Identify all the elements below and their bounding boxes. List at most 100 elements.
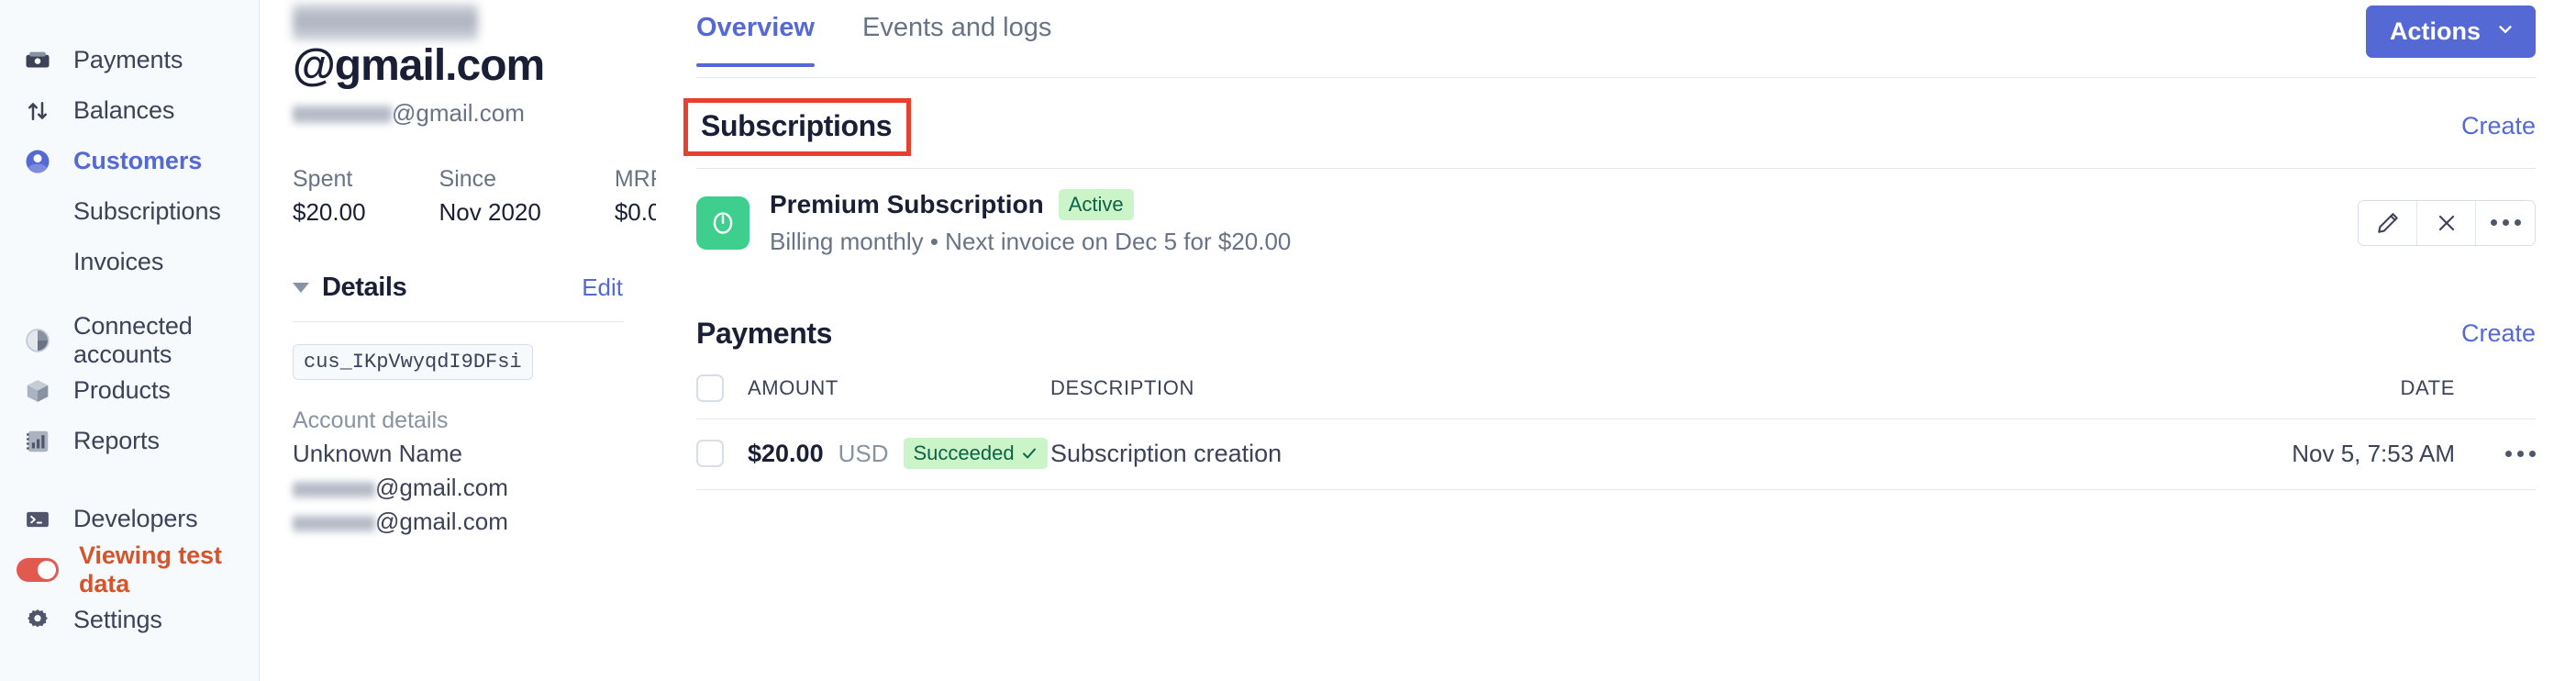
edit-details-link[interactable]: Edit [582,274,623,302]
payments-table-header: AMOUNT DESCRIPTION DATE [696,354,2536,419]
stat-value: $20.00 [293,197,366,226]
subscription-name: Premium Subscription [770,190,1044,218]
subscription-name-row: Premium Subscription Active [770,189,1291,220]
more-icon[interactable] [2476,200,2535,245]
actions-button[interactable]: Actions [2365,6,2536,58]
row-checkbox[interactable] [696,440,724,467]
payment-currency: USD [838,439,889,467]
customer-id-chip[interactable]: cus_IKpVwyqdI9DFsi [293,343,533,380]
customer-stats: Spent $20.00 Since Nov 2020 MRR $0.00 [293,166,690,227]
customer-email: @gmail.com [293,99,623,128]
cell-date: Nov 5, 7:53 AM [2292,439,2455,467]
payment-status-label: Succeeded [913,441,1015,464]
sidebar-item-viewing-test-data[interactable]: Viewing test data [0,541,259,597]
sidebar-item-label: Viewing test data [79,541,222,597]
main-content: Overview Events and logs Actions Subscri… [656,0,2576,681]
stat-since: Since Nov 2020 [439,166,541,227]
customers-icon [22,146,53,177]
create-payment-link[interactable]: Create [2461,319,2536,348]
sidebar-item-invoices[interactable]: Invoices [0,237,259,287]
sidebar-item-label: Payments [73,46,183,73]
account-email-2: @gmail.com [293,508,623,536]
sidebar-item-label: Reports [73,427,160,454]
subscription-info: Premium Subscription Active Billing mont… [770,189,1291,256]
cell-description: Subscription creation [1050,439,1282,467]
select-all-checkbox[interactable] [696,374,724,402]
more-dots [2490,219,2521,226]
edit-icon[interactable] [2359,200,2417,245]
sidebar-item-connected-accounts[interactable]: Connected accounts [0,312,259,368]
sidebar-item-payments[interactable]: Payments [0,35,259,85]
redacted-email-local-part-small [293,104,392,124]
payment-status-badge: Succeeded [903,438,1048,469]
subscription-row[interactable]: Premium Subscription Active Billing mont… [696,169,2536,278]
sidebar-item-label: Products [73,376,171,404]
chevron-down-triangle-icon[interactable] [293,282,309,293]
account-details-label: Account details [293,407,449,433]
stat-label: Since [439,165,497,192]
details-divider [293,320,623,322]
developers-icon [22,504,53,535]
sidebar-divider-2 [0,466,259,494]
payment-amount: $20.00 [748,439,824,467]
stat-value: Nov 2020 [439,197,541,226]
more-dots [2505,450,2536,457]
details-header: Details Edit [293,273,623,303]
customer-email-domain: @gmail.com [392,98,525,127]
redacted-email-local-part-1 [293,480,375,498]
account-email-2-domain: @gmail.com [375,507,508,535]
check-icon [1022,448,1036,459]
subscriptions-header: Subscriptions Create [683,98,2536,156]
actions-button-label: Actions [2389,17,2481,45]
subscription-actions-group [2358,199,2536,246]
payments-title: Payments [696,317,832,350]
sidebar-item-label: Settings [73,606,162,633]
toggle-on-icon[interactable] [17,557,59,582]
subscription-meta: Billing monthly • Next invoice on Dec 5 … [770,228,1292,255]
payments-icon [22,45,53,76]
sidebar-item-label: Customers [73,147,203,174]
balances-icon [22,95,53,127]
stat-spent: Spent $20.00 [293,166,366,227]
sidebar-item-balances[interactable]: Balances [0,85,259,136]
products-icon [22,375,53,407]
sidebar-item-label: Developers [73,505,198,532]
customer-title: @gmail.com [293,0,623,90]
column-header-date: DATE [2400,376,2455,399]
customer-detail-panel: @gmail.com @gmail.com Spent $20.00 Since… [260,0,690,681]
sidebar-item-developers[interactable]: Developers [0,494,259,544]
account-name: Unknown Name [293,439,462,467]
payments-header: Payments Create [696,317,2536,351]
sidebar-item-subscriptions[interactable]: Subscriptions [0,186,259,237]
subscription-clock-icon [696,195,749,250]
sidebar-item-products[interactable]: Products [0,365,259,416]
redacted-email-local-part [293,4,478,41]
chevron-down-icon [2495,17,2515,46]
column-header-amount: AMOUNT [748,376,838,399]
payments-table: AMOUNT DESCRIPTION DATE $20.00 USD Succe… [696,354,2536,490]
sidebar-item-customers[interactable]: Customers [0,136,259,186]
customer-title-domain: @gmail.com [293,40,545,90]
status-badge: Active [1058,189,1134,220]
sidebar-item-reports[interactable]: Reports [0,416,259,466]
column-header-description: DESCRIPTION [1050,376,1194,399]
sidebar-divider-1 [0,287,259,315]
redacted-email-local-part-2 [293,514,375,532]
account-email-1: @gmail.com [293,474,623,502]
row-more-icon[interactable] [2455,450,2536,457]
account-email-1-domain: @gmail.com [375,473,508,501]
connected-accounts-icon [22,325,53,356]
stripe-dashboard: Payments Balances Customers Subscription… [0,0,2576,681]
tab-bar: Overview Events and logs Actions [696,0,2536,78]
table-row[interactable]: $20.00 USD Succeeded Subscription creati… [696,419,2536,490]
tab-events-and-logs[interactable]: Events and logs [862,13,1051,67]
sidebar-item-label: Subscriptions [73,197,221,225]
cancel-icon[interactable] [2417,200,2476,245]
gear-icon [22,605,53,636]
stat-label: Spent [293,165,353,192]
details-title: Details [322,272,407,302]
tab-bar-underline [696,77,2536,78]
sidebar-item-settings[interactable]: Settings [0,595,259,645]
create-subscription-link[interactable]: Create [2461,112,2536,140]
tab-overview[interactable]: Overview [696,13,815,67]
